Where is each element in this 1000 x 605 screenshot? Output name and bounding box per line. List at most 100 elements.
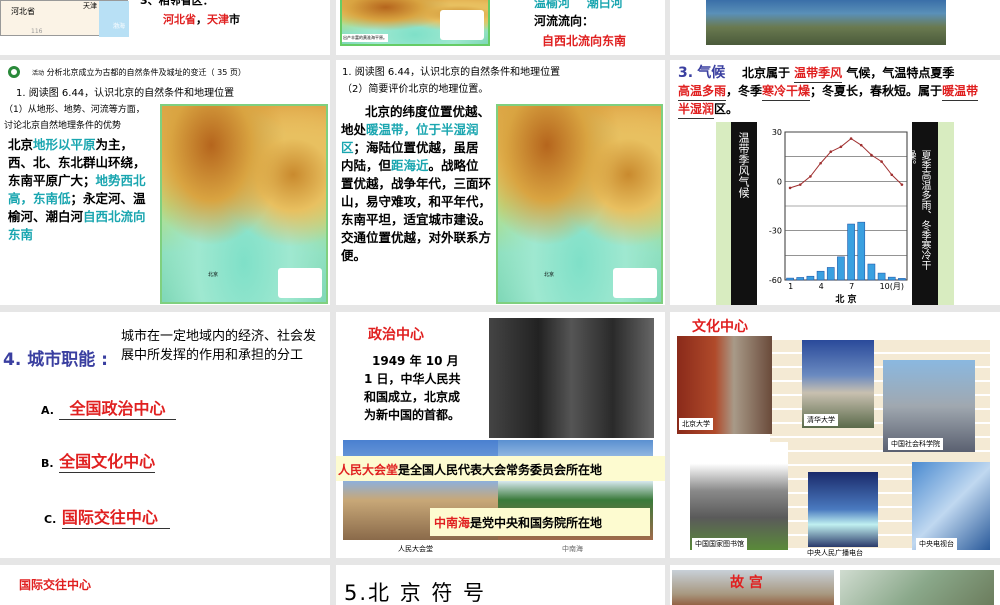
slide-title: 文化中心 xyxy=(692,319,748,335)
beijing-terrain-map: 北京 xyxy=(160,104,328,304)
temperature-point xyxy=(859,143,863,147)
answer: 河北省 xyxy=(163,13,196,26)
precip-bar xyxy=(826,267,835,281)
answer-seg: 。战略位置优越，战争年代，三面环山，易守难攻，和平年代，东南平坦，适宜城市建设。… xyxy=(341,158,492,263)
section-number: 4. xyxy=(3,350,22,370)
map-legend xyxy=(278,268,322,298)
activity-title: 活动 分析北京成立为古都的自然条件及城址的变迁（ 35 页） xyxy=(32,67,246,78)
section-title: 4. 城市职能 : xyxy=(3,345,108,370)
left-banner: 温带季风气候 xyxy=(731,122,757,305)
x-tick-label: 1 xyxy=(788,282,793,291)
rivers-text: 温榆河 潮白河 xyxy=(534,0,623,11)
title: 城市职能 xyxy=(27,350,96,370)
province-map: 河北省 天津 116 渤海 xyxy=(0,0,129,37)
beijing-terrain-map: 北京 xyxy=(496,104,663,304)
temperature-point xyxy=(890,173,894,177)
answer-blank: 暖温带 xyxy=(942,83,979,101)
flow-label: 河流流向： xyxy=(534,14,595,28)
slide-thumbnail-7[interactable]: 4. 城市职能 : 城市在一定地域内的经济、社会发展中所发挥的作用和承担的分工 … xyxy=(0,312,330,558)
precip-bar xyxy=(806,275,815,281)
slide-thumbnail-11[interactable]: 5.北 京 符 号 xyxy=(336,565,665,605)
map-label: 116 xyxy=(31,28,43,35)
banner-highlight: 人民大会堂 xyxy=(338,463,399,477)
slide-thumbnail-12[interactable]: 故 宫 xyxy=(670,565,1000,605)
answer-blank: 高温多雨 xyxy=(678,83,727,101)
precip-bar xyxy=(867,263,876,281)
slide-thumbnail-1[interactable]: 河北省 天津 116 渤海 3、相邻省区： 河北省，天津市 xyxy=(0,0,330,55)
section-title: 气候 xyxy=(697,65,726,81)
precip-bar xyxy=(816,270,825,281)
text: ，冬季 xyxy=(726,84,763,98)
photo-caption: 人民大会堂 xyxy=(398,545,433,553)
slide-thumbnail-8[interactable]: 政治中心 1949 年 10 月 1 日，中华人民共和国成立，北京成为新中国的首… xyxy=(336,312,665,558)
temperature-point xyxy=(829,150,833,154)
precip-bar xyxy=(796,277,805,281)
item-value: 国际交往中心 xyxy=(61,504,170,529)
temperature-point xyxy=(839,145,843,149)
climate-chart: 30 0 -30 -60 1 4 7 10(月) 北 京 xyxy=(769,128,908,305)
slide-thumbnail-5[interactable]: 1. 阅读图 6.44，认识北京的自然条件和地理位置 （2）简要评价北京的地理位… xyxy=(336,60,665,305)
chart-title: 北 京 xyxy=(835,293,856,305)
precip-bar xyxy=(898,278,906,281)
precip-bar xyxy=(857,221,866,281)
sub-question: （1）从地形、地势、河流等方面，讨论北京自然地理条件的优势 xyxy=(4,105,145,131)
map-legend xyxy=(613,268,657,298)
answer-paragraph: 北京的纬度位置优越、地处暖温带，位于半湿润区；海陆位置优越，虽居内陆，但距海近。… xyxy=(341,103,491,265)
slide-title: 5.北 京 符 号 xyxy=(344,581,487,605)
map-label: 渤海 xyxy=(113,23,126,30)
radio-station-photo xyxy=(808,472,878,547)
river-name: 潮白河 xyxy=(586,0,623,10)
slide-title: 政治中心 xyxy=(368,327,424,343)
precip-bar xyxy=(887,276,896,281)
text: ；冬夏长，春秋短。属于 xyxy=(810,84,943,98)
photo-caption: 中国社会科学院 xyxy=(888,438,943,450)
landscape-photo xyxy=(706,0,946,45)
temperature-point xyxy=(798,183,802,186)
answer: 天津 xyxy=(207,13,229,26)
answer-highlight: 地形以平原 xyxy=(33,137,96,152)
text: 气候，气温特点夏季 xyxy=(846,66,955,80)
x-tick-label: 10(月) xyxy=(880,282,904,291)
y-tick-label: -30 xyxy=(769,227,782,236)
slide-title: 故 宫 xyxy=(730,575,763,591)
sep: ， xyxy=(196,13,207,26)
national-library-photo xyxy=(690,442,788,550)
slide-thumbnail-2[interactable]: 出产丰富的黄淮海平原。 温榆河 潮白河 河流流向： 自西北流向东南 xyxy=(336,0,665,55)
precip-bar xyxy=(786,277,794,281)
x-tick-label: 7 xyxy=(849,282,854,291)
flow-answer: 自西北流向东南 xyxy=(542,34,627,48)
function-item-a: A. 全国政治中心 xyxy=(41,395,176,420)
slide-thumbnail-3[interactable] xyxy=(670,0,1000,55)
photo-caption: 中南海 xyxy=(562,545,583,553)
item-key: C. xyxy=(44,513,57,526)
precip-bar xyxy=(877,272,886,281)
map-label: 天津 xyxy=(83,2,97,10)
cctv-photo xyxy=(912,462,990,550)
slide-thumbnail-6[interactable]: 3. 气候 北京属于 温带季风 气候，气温特点夏季高温多雨，冬季寒冷干燥；冬夏长… xyxy=(670,60,1000,305)
item-key: A. xyxy=(41,404,54,417)
y-tick-label: -60 xyxy=(769,276,782,285)
text: 北京属于 xyxy=(741,66,790,80)
question-1: 1. 阅读图 6.44，认识北京的自然条件和地理位置 xyxy=(342,67,561,78)
climate-text: 3. 气候 北京属于 温带季风 气候，气温特点夏季高温多雨，冬季寒冷干燥；冬夏长… xyxy=(678,65,996,119)
section-number: 3. xyxy=(678,65,694,81)
photo-caption: 中央电视台 xyxy=(916,538,957,550)
item-value: 全国政治中心 xyxy=(59,395,176,420)
map-city-label: 北京 xyxy=(208,272,219,278)
x-tick-label: 4 xyxy=(819,282,824,291)
answer-seg: 北京 xyxy=(8,137,34,152)
banner-text: 是党中央和国务院所在地 xyxy=(470,516,603,530)
answer-blank: 寒冷干燥 xyxy=(762,83,811,101)
temperature-point xyxy=(870,153,873,157)
slide-thumbnail-4[interactable]: 活动 分析北京成立为古都的自然条件及城址的变迁（ 35 页） 1. 阅读图 6.… xyxy=(0,60,330,305)
right-banner: 夏季高温多雨、冬季寒冷干燥。 xyxy=(904,122,938,305)
chart-area: 30 0 -30 -60 1 4 7 10(月) 北 京 xyxy=(757,122,912,305)
slide-thumbnail-9[interactable]: 文化中心 北京大学 清华大学 中国社会科学院 中国国家图书馆 中央人民广播电台 … xyxy=(670,312,1000,558)
temperature-point xyxy=(849,137,853,140)
activity-text: 分析北京成立为古都的自然条件及城址的变迁（ 35 页） xyxy=(46,68,246,77)
slide-thumbnail-10[interactable]: 国际交往中心 xyxy=(0,565,330,605)
answer-paragraph: 北京地形以平原为主，西、北、东北群山环绕，东南平原广大；地势西北高，东南低；永定… xyxy=(8,136,146,244)
y-tick-label: 0 xyxy=(777,177,782,186)
function-item-c: C. 国际交往中心 xyxy=(44,504,170,529)
answer-highlight: 距海近 xyxy=(391,158,429,173)
